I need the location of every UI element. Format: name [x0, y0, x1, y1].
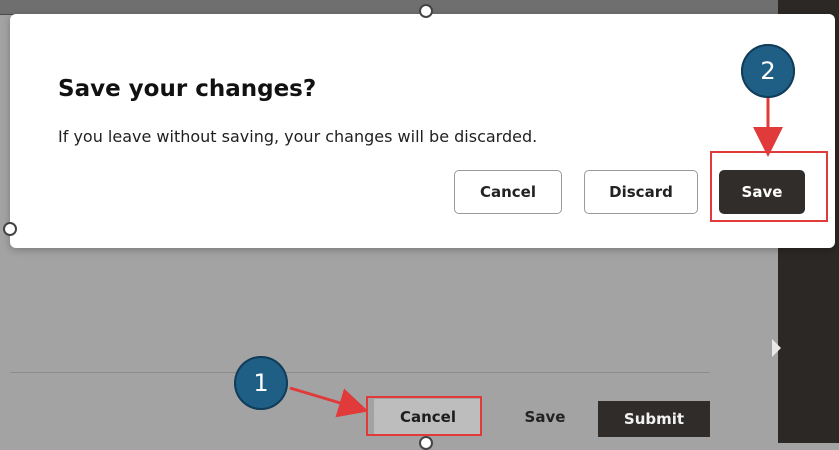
dialog-save-button[interactable]: Save — [719, 170, 805, 214]
dialog-cancel-button[interactable]: Cancel — [454, 170, 562, 214]
dialog-message: If you leave without saving, your change… — [58, 127, 538, 146]
footer-submit-button[interactable]: Submit — [598, 401, 710, 437]
footer-save-button[interactable]: Save — [512, 399, 578, 435]
step-1-badge: 1 — [234, 356, 288, 410]
step-2-badge: 2 — [741, 44, 795, 98]
dialog-discard-button[interactable]: Discard — [584, 170, 698, 214]
resize-handle-left[interactable] — [3, 222, 17, 236]
page-header-strip — [0, 0, 780, 15]
dialog-title: Save your changes? — [58, 76, 317, 102]
footer-cancel-button[interactable]: Cancel — [374, 399, 482, 435]
panel-notch — [772, 339, 781, 357]
resize-handle-bottom[interactable] — [419, 436, 433, 450]
footer-divider — [10, 372, 710, 373]
save-changes-dialog: Save your changes? If you leave without … — [10, 14, 835, 248]
resize-handle-top[interactable] — [419, 4, 433, 18]
